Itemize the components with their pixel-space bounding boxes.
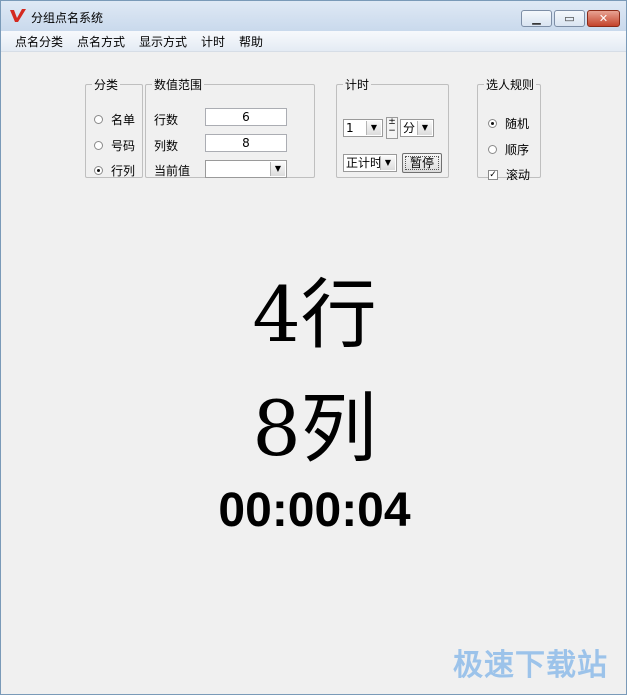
maximize-button[interactable]: ▭ bbox=[554, 10, 585, 27]
rows-label: 行数 bbox=[154, 113, 179, 127]
row-result: 4行 bbox=[252, 270, 377, 359]
option-number-label: 号码 bbox=[111, 139, 136, 153]
radio-sequence[interactable] bbox=[488, 145, 497, 154]
rule-scroll-checkbox[interactable]: ✓ 滚动 bbox=[488, 166, 530, 183]
menu-category[interactable]: 点名分类 bbox=[15, 33, 63, 50]
timing-amount-select[interactable]: 1 ▼ bbox=[343, 119, 383, 137]
timing-amount-text: 1 bbox=[346, 121, 354, 135]
option-random-label: 随机 bbox=[505, 117, 530, 131]
option-list-label: 名单 bbox=[111, 113, 136, 127]
range-legend: 数值范围 bbox=[154, 78, 203, 92]
col-result: 8列 bbox=[252, 384, 377, 473]
close-icon: ✕ bbox=[598, 12, 609, 25]
category-option-number[interactable]: 号码 bbox=[94, 137, 135, 154]
current-label: 当前值 bbox=[154, 164, 191, 178]
radio-number[interactable] bbox=[94, 141, 103, 150]
chevron-down-icon[interactable]: ▼ bbox=[417, 121, 432, 135]
timing-legend: 计时 bbox=[345, 78, 370, 92]
category-legend: 分类 bbox=[94, 78, 119, 92]
watermark: 极速下载站 bbox=[453, 648, 608, 683]
title-bar[interactable]: 分组点名系统 ▁ ▭ ✕ bbox=[1, 1, 626, 32]
scroll-checkbox[interactable]: ✓ bbox=[488, 169, 498, 180]
timing-mode-text: 正计时 bbox=[346, 156, 383, 170]
range-group: 数值范围 行数 6 列数 8 当前值 ▼ bbox=[145, 76, 315, 178]
radio-rowcol[interactable] bbox=[94, 166, 103, 175]
category-group: 分类 名单 号码 行列 bbox=[85, 76, 143, 178]
radio-random[interactable] bbox=[488, 119, 497, 128]
close-button[interactable]: ✕ bbox=[587, 10, 620, 27]
timing-unit-text: 分 bbox=[403, 121, 416, 135]
menu-display[interactable]: 显示方式 bbox=[139, 33, 187, 50]
minimize-button[interactable]: ▁ bbox=[521, 10, 552, 27]
pause-button[interactable]: 暂停 bbox=[402, 153, 442, 173]
chevron-down-icon[interactable]: ▼ bbox=[366, 121, 381, 135]
cols-input[interactable]: 8 bbox=[205, 134, 287, 152]
chevron-down-icon[interactable]: ▼ bbox=[380, 156, 395, 170]
menu-timing[interactable]: 计时 bbox=[201, 33, 225, 50]
category-option-list[interactable]: 名单 bbox=[94, 111, 135, 128]
timing-unit-select[interactable]: 分 ▼ bbox=[400, 119, 434, 137]
cols-label: 列数 bbox=[154, 139, 179, 153]
maximize-icon: ▭ bbox=[564, 12, 575, 25]
category-option-rowcol[interactable]: 行列 bbox=[94, 162, 135, 179]
timer-display: 00:00:04 bbox=[218, 484, 411, 537]
window-title: 分组点名系统 bbox=[31, 11, 104, 25]
menu-help[interactable]: 帮助 bbox=[239, 33, 263, 50]
spinner-down-icon[interactable]: − bbox=[388, 126, 396, 136]
app-window: 分组点名系统 ▁ ▭ ✕ 点名分类 点名方式 显示方式 计时 帮助 分类 名单 … bbox=[0, 0, 627, 695]
option-rowcol-label: 行列 bbox=[111, 164, 136, 178]
rule-option-random[interactable]: 随机 bbox=[488, 115, 529, 132]
rows-input[interactable]: 6 bbox=[205, 108, 287, 126]
option-sequence-label: 顺序 bbox=[505, 143, 530, 157]
app-logo-icon bbox=[10, 9, 26, 22]
radio-list[interactable] bbox=[94, 115, 103, 124]
timing-mode-select[interactable]: 正计时 ▼ bbox=[343, 154, 397, 172]
scroll-label: 滚动 bbox=[506, 168, 531, 182]
rule-legend: 选人规则 bbox=[486, 78, 535, 92]
menu-method[interactable]: 点名方式 bbox=[77, 33, 125, 50]
timing-spinner[interactable]: ± − bbox=[386, 117, 398, 139]
timing-group: 计时 1 ▼ ± − 分 ▼ 正计时 ▼ 暂停 bbox=[336, 76, 449, 178]
rule-group: 选人规则 随机 顺序 ✓ 滚动 bbox=[477, 76, 541, 182]
minimize-icon: ▁ bbox=[532, 12, 541, 25]
current-value-select[interactable]: ▼ bbox=[205, 160, 287, 178]
chevron-down-icon[interactable]: ▼ bbox=[270, 162, 285, 176]
rule-option-sequence[interactable]: 顺序 bbox=[488, 141, 529, 158]
menu-bar: 点名分类 点名方式 显示方式 计时 帮助 bbox=[1, 31, 626, 52]
